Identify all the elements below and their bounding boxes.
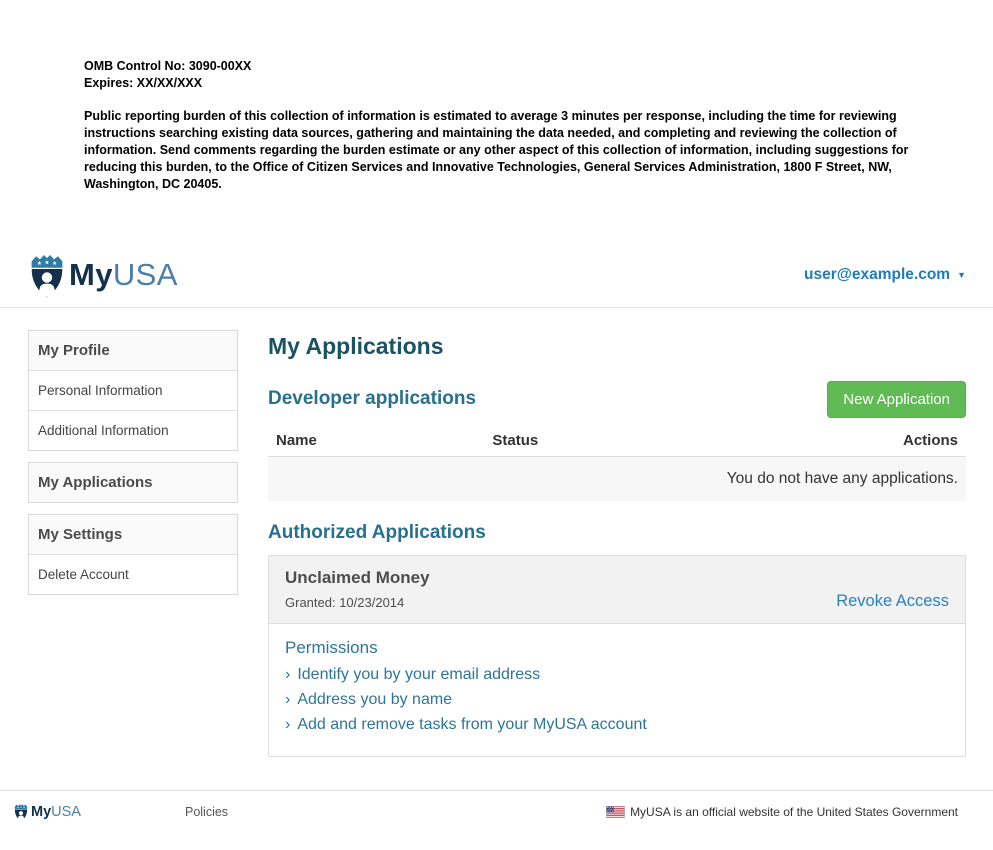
logo-text-my: My bbox=[31, 804, 51, 820]
table-header-row: Name Status Actions bbox=[268, 427, 966, 457]
chevron-right-icon: › bbox=[285, 666, 290, 683]
logo-text-my: My bbox=[69, 257, 113, 292]
site-header: MyUSA user@example.com ▼ bbox=[0, 252, 993, 308]
authorized-app-card-body: Permissions › Identify you by your email … bbox=[269, 624, 965, 756]
column-header-actions: Actions bbox=[812, 427, 966, 457]
empty-applications-message: You do not have any applications. bbox=[268, 456, 966, 501]
sidebar-header-my-applications[interactable]: My Applications bbox=[29, 463, 237, 502]
content: My Profile Personal Information Addition… bbox=[0, 308, 993, 757]
us-flag-icon bbox=[606, 806, 625, 818]
myusa-logo[interactable]: MyUSA bbox=[27, 252, 178, 298]
user-email: user@example.com bbox=[804, 266, 950, 284]
page-title: My Applications bbox=[268, 333, 966, 360]
permission-text: Add and remove tasks from your MyUSA acc… bbox=[297, 716, 646, 733]
user-menu[interactable]: user@example.com ▼ bbox=[804, 266, 966, 284]
chevron-right-icon: › bbox=[285, 691, 290, 708]
developer-applications-header-row: Developer applications New Application bbox=[268, 381, 966, 418]
permissions-list: › Identify you by your email address › Add… bbox=[285, 662, 949, 737]
logo-text: MyUSA bbox=[69, 257, 178, 293]
authorized-app-card-header: Unclaimed Money Granted: 10/23/2014 Revo… bbox=[269, 556, 965, 624]
developer-applications-table: Name Status Actions You do not have any … bbox=[268, 427, 966, 501]
site-footer: MyUSA Policies MyUSA is an official webs… bbox=[0, 790, 993, 821]
column-header-name: Name bbox=[268, 427, 484, 457]
official-notice: MyUSA is an official website of the Unit… bbox=[606, 805, 958, 819]
permission-text: Identify you by your email address bbox=[297, 666, 540, 683]
sidebar-item-delete-account[interactable]: Delete Account bbox=[29, 554, 237, 594]
permission-text: Address you by name bbox=[297, 691, 452, 708]
authorized-app-name: Unclaimed Money bbox=[285, 568, 949, 588]
sidebar-item-additional-information[interactable]: Additional Information bbox=[29, 410, 237, 450]
sidebar: My Profile Personal Information Addition… bbox=[28, 330, 238, 757]
footer-logo-text: MyUSA bbox=[31, 804, 81, 820]
authorized-applications-heading: Authorized Applications bbox=[268, 522, 966, 544]
new-application-button[interactable]: New Application bbox=[827, 381, 966, 418]
sidebar-header-my-profile[interactable]: My Profile bbox=[29, 331, 237, 370]
permissions-title: Permissions bbox=[285, 638, 949, 658]
policies-link[interactable]: Policies bbox=[185, 805, 228, 819]
permission-item[interactable]: › Address you by name bbox=[285, 687, 949, 712]
myusa-shield-icon bbox=[27, 252, 67, 298]
logo-text-usa: USA bbox=[51, 804, 81, 820]
chevron-right-icon: › bbox=[285, 716, 290, 733]
sidebar-group-my-profile: My Profile Personal Information Addition… bbox=[28, 330, 238, 451]
logo-text-usa: USA bbox=[113, 257, 178, 292]
column-header-status: Status bbox=[484, 427, 812, 457]
myusa-shield-icon bbox=[13, 803, 29, 821]
sidebar-header-my-settings[interactable]: My Settings bbox=[29, 515, 237, 554]
sidebar-group-my-settings: My Settings Delete Account bbox=[28, 514, 238, 595]
footer-myusa-logo[interactable]: MyUSA bbox=[13, 803, 81, 821]
omb-expires: Expires: XX/XX/XXX bbox=[84, 75, 993, 92]
official-notice-text: MyUSA is an official website of the Unit… bbox=[630, 805, 958, 819]
main-panel: My Applications Developer applications N… bbox=[268, 330, 966, 757]
authorized-app-card: Unclaimed Money Granted: 10/23/2014 Revo… bbox=[268, 555, 966, 757]
permission-item[interactable]: › Identify you by your email address bbox=[285, 662, 949, 687]
omb-control-number: OMB Control No: 3090-00XX bbox=[84, 58, 993, 75]
caret-down-icon: ▼ bbox=[957, 269, 966, 280]
sidebar-group-my-applications: My Applications bbox=[28, 462, 238, 503]
omb-notice: OMB Control No: 3090-00XX Expires: XX/XX… bbox=[0, 0, 993, 193]
revoke-access-link[interactable]: Revoke Access bbox=[836, 592, 949, 611]
table-row: You do not have any applications. bbox=[268, 456, 966, 501]
permission-item[interactable]: › Add and remove tasks from your MyUSA ac… bbox=[285, 712, 949, 737]
developer-applications-heading: Developer applications bbox=[268, 388, 476, 410]
burden-statement: Public reporting burden of this collecti… bbox=[84, 108, 912, 193]
sidebar-item-personal-information[interactable]: Personal Information bbox=[29, 370, 237, 410]
